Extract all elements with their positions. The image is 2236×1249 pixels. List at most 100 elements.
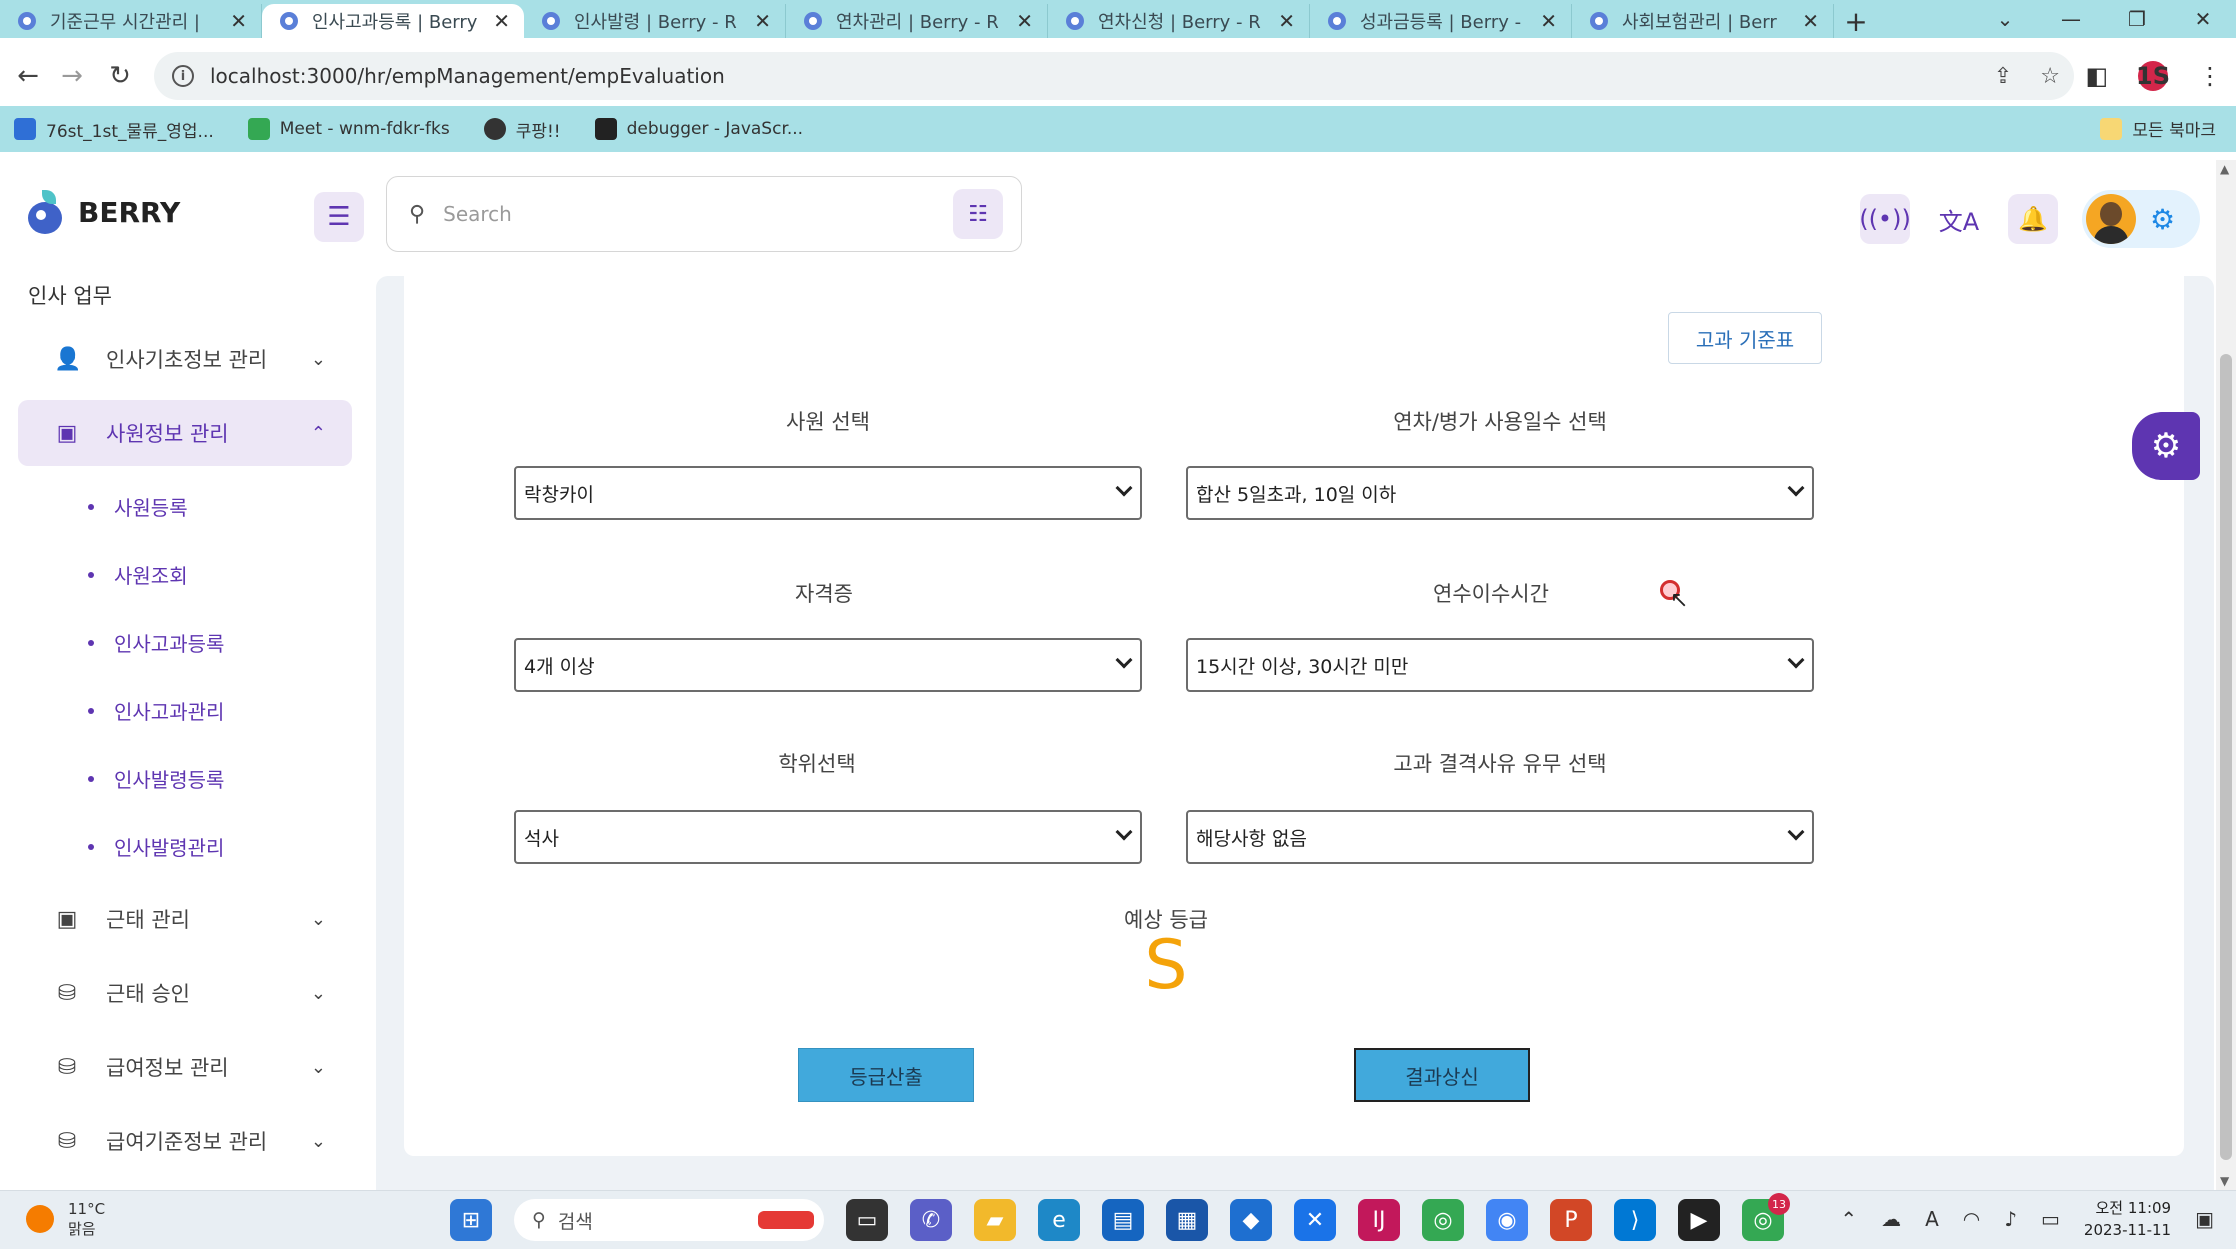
site-info-icon[interactable]: i bbox=[172, 65, 194, 87]
browser-tab-active[interactable]: 인사고과등록 | Berry ✕ bbox=[262, 4, 524, 38]
weather-widget[interactable]: 11°C 맑음 bbox=[26, 1199, 105, 1239]
task-view-icon[interactable]: ▭ bbox=[846, 1199, 888, 1241]
start-icon[interactable]: ⊞ bbox=[450, 1199, 492, 1241]
side-panel-icon[interactable]: ◧ bbox=[2085, 62, 2108, 90]
powerpoint-icon[interactable]: P bbox=[1550, 1199, 1592, 1241]
sliders-icon: ☷ bbox=[968, 201, 988, 227]
notification-button[interactable]: 🔔 bbox=[2008, 194, 2058, 244]
browser-menu-icon[interactable]: ⋮ bbox=[2198, 62, 2222, 90]
store-icon[interactable]: ▦ bbox=[1166, 1199, 1208, 1241]
chevron-down-icon bbox=[1787, 823, 1805, 841]
bookmark-item[interactable]: debugger - JavaScr... bbox=[594, 118, 803, 140]
browser-tab[interactable]: 기준근무 시간관리 | ✕ bbox=[0, 4, 262, 38]
intellij-icon[interactable]: IJ bbox=[1358, 1199, 1400, 1241]
berry-logo[interactable]: BERRY bbox=[26, 190, 180, 234]
close-window-icon[interactable]: ✕ bbox=[2170, 0, 2236, 38]
sidebar-subitem-employee-register[interactable]: 사원등록 bbox=[88, 492, 188, 521]
certificate-select[interactable]: 4개 이상 bbox=[514, 638, 1142, 692]
browser-tab[interactable]: 인사발령 | Berry - R ✕ bbox=[524, 4, 786, 38]
bookmark-item[interactable]: 76st_1st_물류_영업... bbox=[14, 117, 214, 142]
all-bookmarks[interactable]: 모든 북마크 bbox=[2100, 116, 2216, 141]
bookmark-item[interactable]: 쿠팡!! bbox=[483, 117, 561, 142]
onedrive-icon[interactable]: ☁ bbox=[1881, 1207, 1901, 1231]
sidebar-subitem-evaluation-manage[interactable]: 인사고과관리 bbox=[88, 696, 224, 725]
id-badge-icon: ▣ bbox=[56, 906, 78, 932]
calculate-grade-button[interactable]: 등급산출 bbox=[798, 1048, 974, 1102]
notification-center-icon[interactable]: ▣ bbox=[2195, 1207, 2214, 1231]
reload-icon[interactable]: ↻ bbox=[100, 56, 140, 96]
tab-search-icon[interactable]: ⌄ bbox=[1972, 0, 2038, 38]
disqualification-select[interactable]: 해당사항 없음 bbox=[1186, 810, 1814, 864]
tab-close-icon[interactable]: ✕ bbox=[754, 9, 771, 33]
sidebar-item-salary-criteria[interactable]: ⛁ 급여기준정보 관리 ⌄ bbox=[18, 1108, 352, 1174]
new-tab-button[interactable]: + bbox=[1834, 4, 1878, 38]
translate-button[interactable]: 文A bbox=[1934, 194, 1984, 244]
profile-avatar[interactable]: 1S bbox=[2136, 61, 2170, 91]
sidebar-item-attendance-approve[interactable]: ⛁ 근태 승인 ⌄ bbox=[18, 960, 352, 1026]
edge-icon[interactable]: e bbox=[1038, 1199, 1080, 1241]
wifi-icon[interactable]: ◠ bbox=[1963, 1207, 1980, 1231]
media-player-icon[interactable]: ▶ bbox=[1678, 1199, 1720, 1241]
chrome-profile-icon[interactable]: ◎ 13 bbox=[1742, 1193, 1790, 1241]
customization-button[interactable]: ⚙ bbox=[2132, 412, 2200, 480]
chrome-icon[interactable]: ◎ bbox=[1422, 1199, 1464, 1241]
forward-icon[interactable]: → bbox=[52, 56, 92, 96]
tab-close-icon[interactable]: ✕ bbox=[1540, 9, 1557, 33]
minimize-icon[interactable]: — bbox=[2038, 0, 2104, 38]
bookmark-item[interactable]: Meet - wnm-fdkr-fks bbox=[247, 118, 450, 140]
tab-close-icon[interactable]: ✕ bbox=[230, 9, 247, 33]
sidebar-item-salary-info[interactable]: ⛁ 급여정보 관리 ⌄ bbox=[18, 1034, 352, 1100]
photo-app-icon[interactable]: ◉ bbox=[1486, 1199, 1528, 1241]
browser-tab[interactable]: 연차관리 | Berry - R ✕ bbox=[786, 4, 1048, 38]
scroll-down-icon[interactable]: ▼ bbox=[2220, 1174, 2229, 1188]
restore-icon[interactable]: ❐ bbox=[2104, 0, 2170, 38]
sidebar-item-hr-basic-info[interactable]: 👤 인사기초정보 관리 ⌄ bbox=[18, 326, 352, 392]
menu-toggle-button[interactable]: ☰ bbox=[314, 192, 364, 242]
submit-result-button[interactable]: 결과상신 bbox=[1354, 1048, 1530, 1102]
back-icon[interactable]: ← bbox=[8, 56, 48, 96]
filter-settings-button[interactable]: ☷ bbox=[953, 189, 1003, 239]
sidebar-subitem-employee-search[interactable]: 사원조회 bbox=[88, 560, 188, 589]
chevron-down-icon: ⌄ bbox=[310, 1056, 326, 1078]
browser-tab[interactable]: 성과금등록 | Berry - ✕ bbox=[1310, 4, 1572, 38]
share-icon[interactable]: ⇪ bbox=[1994, 64, 2012, 89]
sidebar-subitem-appointment-manage[interactable]: 인사발령관리 bbox=[88, 832, 224, 861]
degree-select[interactable]: 석사 bbox=[514, 810, 1142, 864]
bookmark-x-icon bbox=[14, 118, 36, 140]
sidebar-subitem-evaluation-register[interactable]: 인사고과등록 bbox=[88, 628, 224, 657]
sidebar-item-attendance-manage[interactable]: ▣ 근태 관리 ⌄ bbox=[18, 886, 352, 952]
vscode-icon[interactable]: ⟩ bbox=[1614, 1199, 1656, 1241]
volume-icon[interactable]: ♪ bbox=[2004, 1207, 2017, 1231]
tab-close-icon[interactable]: ✕ bbox=[1802, 9, 1819, 33]
tab-close-icon[interactable]: ✕ bbox=[1016, 9, 1033, 33]
bookmark-star-icon[interactable]: ☆ bbox=[2040, 64, 2060, 89]
ime-icon[interactable]: A bbox=[1925, 1207, 1939, 1231]
x-app-icon[interactable]: ✕ bbox=[1294, 1199, 1336, 1241]
broadcast-button[interactable]: ((•)) bbox=[1859, 194, 1911, 244]
sourcetree-icon[interactable]: ◆ bbox=[1230, 1199, 1272, 1241]
chat-icon[interactable]: ✆ bbox=[910, 1199, 952, 1241]
battery-icon[interactable]: ▭ bbox=[2041, 1207, 2060, 1231]
evaluation-criteria-button[interactable]: 고과 기준표 bbox=[1668, 312, 1822, 364]
scroll-up-icon[interactable]: ▲ bbox=[2220, 162, 2229, 176]
sidebar-subitem-appointment-register[interactable]: 인사발령등록 bbox=[88, 764, 224, 793]
tab-close-icon[interactable]: ✕ bbox=[1278, 9, 1295, 33]
chevron-down-icon: ⌄ bbox=[310, 1130, 326, 1152]
system-clock[interactable]: 오전 11:09 2023-11-11 bbox=[2084, 1197, 2171, 1241]
remote-desktop-icon[interactable]: ▤ bbox=[1102, 1199, 1144, 1241]
address-bar[interactable]: i localhost:3000/hr/empManagement/empEva… bbox=[154, 52, 2074, 100]
leave-days-select[interactable]: 합산 5일초과, 10일 이하 bbox=[1186, 466, 1814, 520]
browser-tab[interactable]: 사회보험관리 | Berr ✕ bbox=[1572, 4, 1834, 38]
search-input[interactable] bbox=[443, 202, 924, 226]
scrollbar-thumb[interactable] bbox=[2220, 354, 2232, 1160]
training-hours-select[interactable]: 15시간 이상, 30시간 미만 bbox=[1186, 638, 1814, 692]
page-scrollbar[interactable]: ▲ ▼ bbox=[2216, 160, 2236, 1190]
employee-select[interactable]: 락창카이 bbox=[514, 466, 1142, 520]
profile-menu-button[interactable]: ⚙ bbox=[2082, 190, 2200, 248]
browser-tab[interactable]: 연차신청 | Berry - R ✕ bbox=[1048, 4, 1310, 38]
sidebar-item-employee-info[interactable]: ▣ 사원정보 관리 ⌃ bbox=[18, 400, 352, 466]
tab-close-icon[interactable]: ✕ bbox=[493, 9, 510, 33]
tray-expand-icon[interactable]: ⌃ bbox=[1840, 1207, 1857, 1231]
taskbar-search[interactable]: ⚲ 검색 bbox=[514, 1199, 824, 1241]
file-explorer-icon[interactable]: ▰ bbox=[974, 1199, 1016, 1241]
